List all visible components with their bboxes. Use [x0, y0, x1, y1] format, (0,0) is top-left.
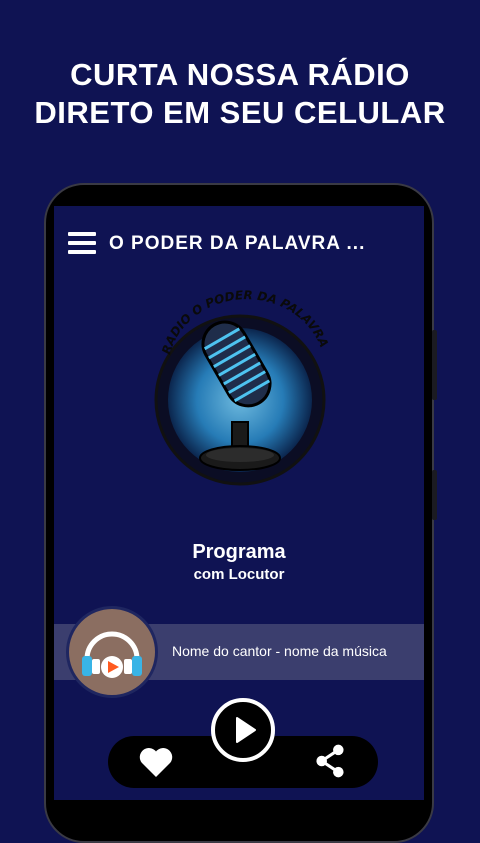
program-name: Programa	[192, 541, 286, 563]
program-info: Programa com Locutor	[54, 540, 424, 586]
play-button[interactable]	[211, 698, 275, 762]
hamburger-menu-icon[interactable]	[68, 231, 96, 255]
album-cover	[66, 606, 158, 698]
now-playing-track: Nome do cantor - nome da música	[172, 643, 387, 659]
phone-side-button	[432, 470, 437, 520]
headphones-play-icon	[82, 631, 142, 678]
play-icon	[236, 717, 256, 743]
app-bar: O PODER DA PALAVRA ...	[54, 206, 424, 282]
app-screen: O PODER DA PALAVRA ... RADIO O PODER DA …	[54, 206, 424, 800]
promo-line-1: CURTA NOSSA RÁDIO	[70, 57, 410, 92]
phone-side-button	[432, 330, 437, 400]
radio-logo: RADIO O PODER DA PALAVRA DE DEUS	[140, 290, 333, 486]
share-icon[interactable]	[313, 743, 347, 779]
promo-line-2: DIRETO EM SEU CELULAR	[34, 95, 446, 130]
promo-headline: CURTA NOSSA RÁDIO DIRETO EM SEU CELULAR	[0, 56, 480, 132]
app-title: O PODER DA PALAVRA ...	[109, 233, 366, 254]
program-host: com Locutor	[193, 566, 285, 583]
heart-icon[interactable]	[138, 745, 174, 779]
